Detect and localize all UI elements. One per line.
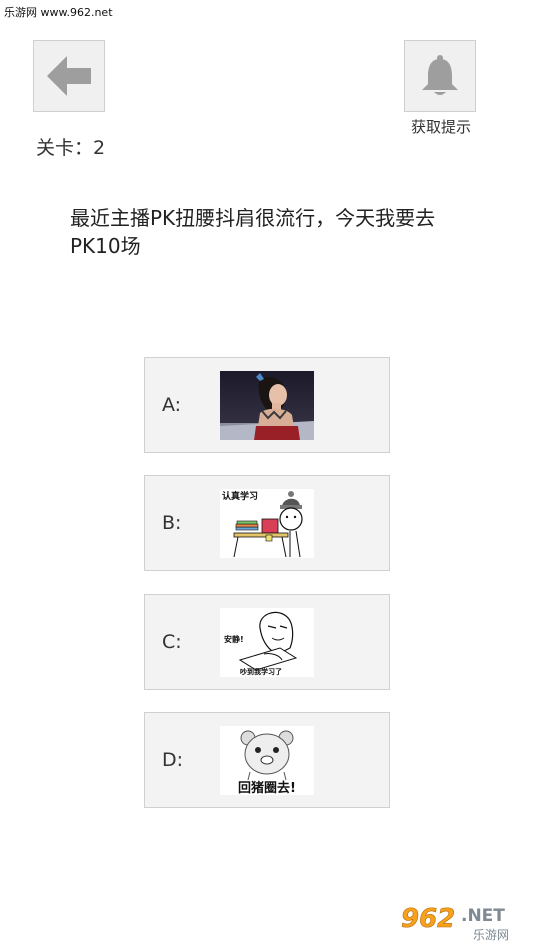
option-d-caption: 回猪圈去! bbox=[238, 780, 296, 795]
option-letter: A: bbox=[162, 394, 182, 416]
logo-sub: 乐游网 bbox=[473, 928, 509, 942]
logo-suffix: .NET bbox=[461, 906, 505, 926]
question-text: 最近主播PK扭腰抖肩很流行，今天我要去PK10场 bbox=[70, 206, 436, 258]
option-c-caption-top: 安静! bbox=[224, 634, 244, 644]
option-letter: C: bbox=[162, 631, 182, 653]
logo-main: 962 bbox=[401, 904, 455, 934]
option-c[interactable]: C: 安静! 吵到我学习了 bbox=[144, 594, 390, 690]
option-a[interactable]: A: bbox=[144, 357, 390, 453]
option-letter: D: bbox=[162, 749, 184, 771]
option-b-image: 认真学习 bbox=[220, 489, 314, 558]
option-b-caption: 认真学习 bbox=[222, 490, 258, 502]
watermark-text: 乐游网 www.962.net bbox=[4, 6, 113, 19]
option-c-caption-bottom: 吵到我学习了 bbox=[240, 667, 282, 676]
option-letter: B: bbox=[162, 512, 182, 534]
arrow-left-icon bbox=[47, 56, 91, 96]
site-logo: 962 .NET 乐游网 bbox=[395, 897, 529, 943]
option-d-image: 回猪圈去! bbox=[220, 726, 314, 796]
option-d[interactable]: D: 回猪圈去! bbox=[144, 712, 390, 808]
bell-icon bbox=[422, 55, 458, 95]
hint-label[interactable]: 获取提示 bbox=[400, 116, 482, 137]
back-button[interactable] bbox=[33, 40, 105, 112]
page: 乐游网 www.962.net 获取提示 关卡：2 最近主播PK扭腰抖肩很流行，… bbox=[0, 0, 534, 949]
level-label: 关卡：2 bbox=[36, 137, 106, 159]
hint-button[interactable] bbox=[404, 40, 476, 112]
option-a-image bbox=[220, 371, 314, 440]
option-c-image: 安静! 吵到我学习了 bbox=[220, 608, 314, 677]
option-b[interactable]: B: 认真学习 bbox=[144, 475, 390, 571]
